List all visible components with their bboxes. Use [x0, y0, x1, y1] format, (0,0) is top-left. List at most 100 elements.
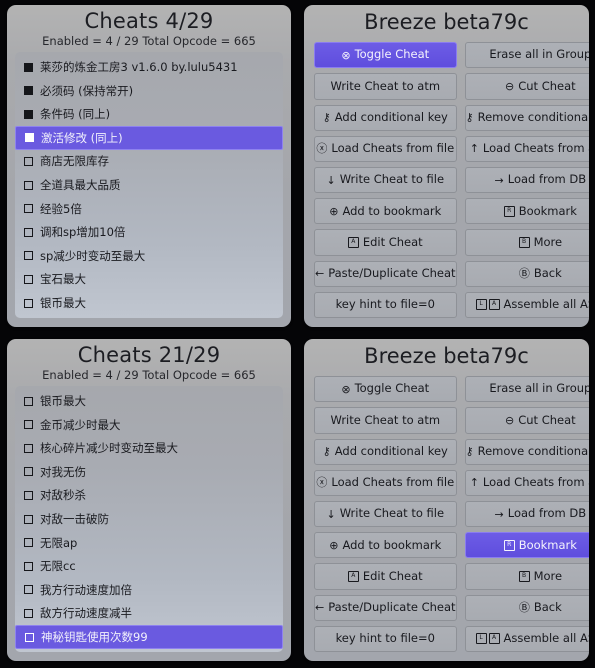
- breeze-button[interactable]: Erase all in Group: [464, 42, 589, 69]
- breeze-button[interactable]: LAAssemble all ASM: [464, 625, 589, 652]
- checkbox-icon[interactable]: [24, 443, 33, 453]
- breeze-button[interactable]: key hint to file=0: [314, 625, 457, 652]
- checkbox-icon[interactable]: [24, 585, 33, 595]
- checkbox-icon[interactable]: [24, 251, 33, 261]
- breeze-button[interactable]: ⚷Remove conditional key: [464, 438, 589, 465]
- key-icon: ⚷: [322, 111, 331, 125]
- checkbox-icon[interactable]: [24, 538, 33, 548]
- cheat-row[interactable]: 对敌一击破防: [15, 507, 283, 531]
- breeze-button[interactable]: ↑Load Cheats from atm: [464, 469, 589, 496]
- cheat-row[interactable]: 商店无限库存: [15, 150, 283, 174]
- cheat-row[interactable]: sp减少时变动至最大: [15, 244, 283, 268]
- breeze-button[interactable]: Write Cheat to atm: [314, 407, 457, 434]
- breeze-button[interactable]: B More: [464, 563, 589, 590]
- breeze-button[interactable]: ⓧ Load Cheats from file: [314, 469, 457, 496]
- breeze-button[interactable]: ⚷ Add conditional key: [314, 438, 457, 465]
- breeze-button[interactable]: R Bookmark: [464, 532, 589, 559]
- cheat-row-label: 敌方行动速度减半: [40, 606, 132, 621]
- checkbox-icon[interactable]: [25, 632, 34, 642]
- breeze-button-label: Back: [533, 265, 562, 280]
- breeze-button[interactable]: LAAssemble all ASM: [464, 291, 589, 318]
- cheat-row-label: 调和sp增加10倍: [40, 225, 126, 240]
- cheat-row[interactable]: 全道具最大品质: [15, 173, 283, 197]
- checkbox-icon[interactable]: [24, 490, 33, 500]
- cheat-row[interactable]: 莱莎的炼金工房3 v1.6.0 by.lulu5431: [15, 55, 283, 79]
- cheat-row[interactable]: 敌方行动速度减半: [15, 602, 283, 626]
- checkbox-icon[interactable]: [24, 227, 33, 237]
- checkbox-checked-icon[interactable]: [25, 133, 34, 143]
- breeze-button[interactable]: A Edit Cheat: [314, 229, 457, 256]
- circle-plus-icon: ⊕: [329, 204, 339, 218]
- cheat-row[interactable]: 必须码 (保持常开): [15, 79, 283, 103]
- breeze-button[interactable]: ⓧ Load Cheats from file: [314, 135, 457, 162]
- cheat-row-label: 条件码 (同上): [40, 107, 111, 122]
- checkbox-icon[interactable]: [24, 467, 33, 477]
- breeze-button[interactable]: Write Cheat to atm: [314, 73, 457, 100]
- breeze-button[interactable]: ↓ Write Cheat to file: [314, 500, 457, 528]
- cheat-row[interactable]: 无限ap: [15, 531, 283, 555]
- checkbox-icon[interactable]: [24, 298, 33, 308]
- breeze-button[interactable]: ← Paste/Duplicate Cheat: [314, 594, 457, 621]
- breeze-button[interactable]: R Bookmark: [464, 198, 589, 225]
- breeze-button-label: key hint to file=0: [335, 297, 435, 312]
- breeze-button-label: Assemble all ASM: [503, 631, 589, 646]
- breeze-button[interactable]: A Edit Cheat: [314, 563, 457, 590]
- checkbox-checked-icon[interactable]: [24, 62, 33, 72]
- cheat-row[interactable]: 金币减少时最大: [15, 413, 283, 437]
- breeze-button[interactable]: Ⓑ Back: [464, 260, 589, 287]
- breeze-button[interactable]: ⊕ Add to bookmark: [314, 532, 457, 559]
- checkbox-icon[interactable]: [24, 561, 33, 571]
- cheat-row[interactable]: 对敌秒杀: [15, 484, 283, 508]
- cheat-row-label: 核心碎片减少时变动至最大: [40, 441, 178, 456]
- cheat-row[interactable]: 我方行动速度加倍: [15, 578, 283, 602]
- checkbox-icon[interactable]: [24, 180, 33, 190]
- breeze-button[interactable]: ⚷ Add conditional key: [314, 104, 457, 131]
- breeze-button-label: Cut Cheat: [518, 78, 576, 93]
- breeze-button[interactable]: ⊖ Cut Cheat: [464, 407, 589, 434]
- breeze-button[interactable]: ⊖ Cut Cheat: [464, 73, 589, 100]
- breeze-button[interactable]: → Load from DB: [464, 166, 589, 194]
- breeze-button[interactable]: ← Paste/Duplicate Cheat: [314, 260, 457, 287]
- breeze-button[interactable]: key hint to file=0: [314, 291, 457, 318]
- checkbox-icon[interactable]: [24, 204, 33, 214]
- cheat-list-scroll-area[interactable]: 莱莎的炼金工房3 v1.6.0 by.lulu5431 必须码 (保持常开) 条件码…: [15, 52, 283, 318]
- cheat-list-scroll-area[interactable]: 银币最大 金币减少时最大核心碎片减少时变动至最大对我无伤 对敌秒杀对敌一击破防无限a…: [15, 386, 283, 652]
- cheat-row-label: 对敌一击破防: [40, 512, 109, 527]
- cheat-row[interactable]: 对我无伤: [15, 460, 283, 484]
- cheat-row[interactable]: 银币最大: [15, 291, 283, 315]
- breeze-button-label: Paste/Duplicate Cheat: [328, 265, 456, 280]
- arrow-left-icon: ←: [315, 601, 325, 615]
- breeze-button[interactable]: Erase all in Group: [464, 376, 589, 403]
- cheat-row[interactable]: 调和sp增加10倍: [15, 220, 283, 244]
- breeze-button[interactable]: B More: [464, 229, 589, 256]
- cheat-row[interactable]: 激活修改 (同上): [15, 126, 283, 150]
- checkbox-icon[interactable]: [24, 608, 33, 618]
- breeze-button[interactable]: ↑Load Cheats from atm: [464, 135, 589, 162]
- checkbox-icon[interactable]: [24, 420, 33, 430]
- checkbox-icon[interactable]: [24, 156, 33, 166]
- cheat-row[interactable]: 核心碎片减少时变动至最大: [15, 437, 283, 461]
- cheat-row[interactable]: 宝石最大: [15, 268, 283, 292]
- checkbox-icon[interactable]: [24, 274, 33, 284]
- arrow-up-icon: ↑: [469, 142, 479, 156]
- breeze-button[interactable]: Ⓑ Back: [464, 594, 589, 621]
- breeze-button-label: Remove conditional key: [477, 443, 589, 458]
- cheat-row[interactable]: 条件码 (同上): [15, 103, 283, 127]
- checkbox-checked-icon[interactable]: [24, 86, 33, 96]
- checkbox-checked-icon[interactable]: [24, 109, 33, 119]
- cheat-row[interactable]: 无限cc: [15, 554, 283, 578]
- breeze-button[interactable]: ⚷Remove conditional key: [464, 104, 589, 131]
- quadrant-top-right: Breeze beta79c ⊗ Toggle Cheat Erase all in…: [297, 0, 595, 334]
- breeze-button[interactable]: ↓ Write Cheat to file: [314, 166, 457, 194]
- cheat-row[interactable]: 经验5倍: [15, 197, 283, 221]
- breeze-panel-bottom: Breeze beta79c ⊗ Toggle Cheat Erase all in…: [304, 339, 589, 661]
- breeze-button[interactable]: ⊗ Toggle Cheat: [314, 42, 457, 69]
- breeze-button[interactable]: ⊕ Add to bookmark: [314, 198, 457, 225]
- breeze-button[interactable]: ⊗ Toggle Cheat: [314, 376, 457, 403]
- breeze-button-label: Add to bookmark: [342, 537, 442, 552]
- checkbox-icon[interactable]: [24, 514, 33, 524]
- checkbox-icon[interactable]: [24, 396, 33, 406]
- cheat-row[interactable]: 银币最大: [15, 389, 283, 413]
- breeze-button[interactable]: → Load from DB: [464, 500, 589, 528]
- cheat-row[interactable]: 神秘钥匙使用次数99: [15, 625, 283, 649]
